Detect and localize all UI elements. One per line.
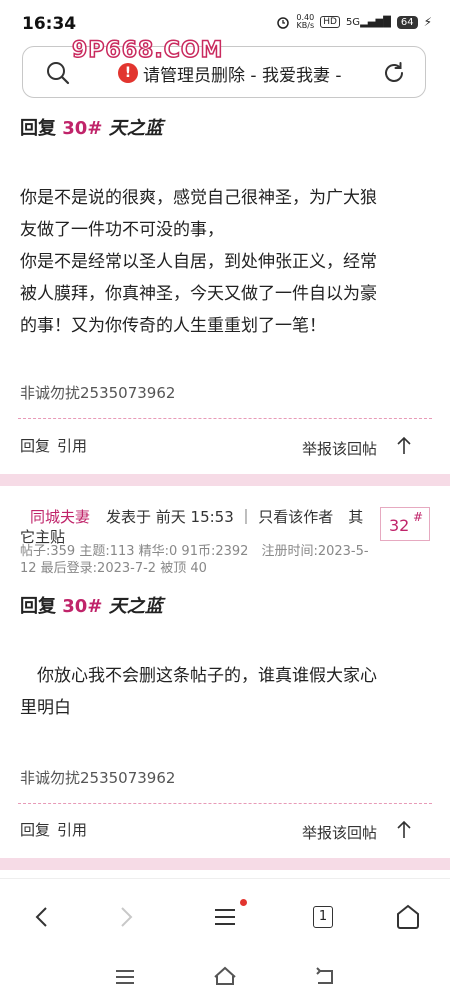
charging-icon: ⚡: [423, 15, 432, 29]
browser-toolbar: 1: [0, 878, 450, 955]
post-body: 你放心我不会删这条帖子的，谁真谁假大家心 里明白: [20, 666, 377, 718]
menu-icon[interactable]: [207, 899, 243, 935]
floor-ref: 30#: [62, 118, 103, 139]
back-icon[interactable]: [24, 899, 60, 935]
floor-number-badge: 32 #: [380, 507, 430, 541]
signature: 非诚勿扰2535073962: [20, 769, 176, 787]
clock: 16:34: [22, 14, 77, 34]
reply-button[interactable]: 回复: [20, 435, 50, 456]
reply-button[interactable]: 回复: [20, 819, 50, 840]
system-nav-bar: [0, 954, 450, 1000]
status-icons: 0.40 KB/s HD 5G▂▄▆█ 64 ⚡: [276, 14, 432, 30]
back-to-top-icon[interactable]: [396, 436, 412, 456]
alarm-icon: [277, 17, 290, 29]
floor-ref: 30#: [62, 596, 103, 617]
signature: 非诚勿扰2535073962: [20, 384, 176, 402]
post-body: 你是不是说的很爽，感觉自己很神圣，为广大狼 友做了一件功不可没的事， 你是不是经…: [20, 188, 377, 336]
reply-quote-header: 回复 30# 天之蓝: [20, 118, 163, 139]
report-button[interactable]: 举报该回帖: [302, 438, 377, 459]
divider: [18, 803, 432, 804]
report-button[interactable]: 举报该回帖: [302, 822, 377, 843]
reload-icon[interactable]: [381, 60, 407, 86]
battery-icon: 64: [396, 15, 418, 29]
post-meta[interactable]: 发表于 前天 15:53 ｜ 只看该作者 其: [106, 506, 363, 527]
notification-dot: [240, 899, 247, 906]
search-icon[interactable]: [45, 60, 71, 86]
post-separator: [0, 474, 450, 486]
back-nav-icon[interactable]: [312, 964, 338, 990]
quoted-author: 天之蓝: [108, 596, 163, 617]
quote-button[interactable]: 引用: [57, 435, 87, 456]
back-to-top-icon[interactable]: [396, 820, 412, 840]
home-icon[interactable]: [390, 899, 426, 935]
quote-button[interactable]: 引用: [57, 819, 87, 840]
divider: [18, 418, 432, 419]
status-bar: 16:34 0.40 KB/s HD 5G▂▄▆█ 64 ⚡: [0, 0, 450, 44]
signal-icon: 5G▂▄▆█: [345, 16, 391, 28]
forward-icon[interactable]: [108, 899, 144, 935]
author-name[interactable]: 同城夫妻: [30, 506, 90, 527]
security-warning-icon[interactable]: !: [118, 63, 138, 83]
tabs-button[interactable]: 1: [305, 899, 341, 935]
site-watermark: 9P668.COM: [71, 37, 224, 64]
author-stats: 帖子:359 主题:113 精华:0 91币:2392 注册时间:2023-5-…: [20, 544, 369, 576]
net-speed: 0.40 KB/s: [296, 13, 315, 30]
recent-apps-icon[interactable]: [112, 964, 138, 990]
home-nav-icon[interactable]: [211, 962, 239, 990]
hd-badge: HD: [320, 16, 340, 28]
reply-quote-header: 回复 30# 天之蓝: [20, 596, 163, 617]
page-title[interactable]: 请管理员删除 - 我爱我妻 -: [143, 61, 383, 86]
tabs-count-icon: 1: [313, 906, 333, 928]
post-separator: [0, 858, 450, 870]
quoted-author: 天之蓝: [108, 118, 163, 139]
